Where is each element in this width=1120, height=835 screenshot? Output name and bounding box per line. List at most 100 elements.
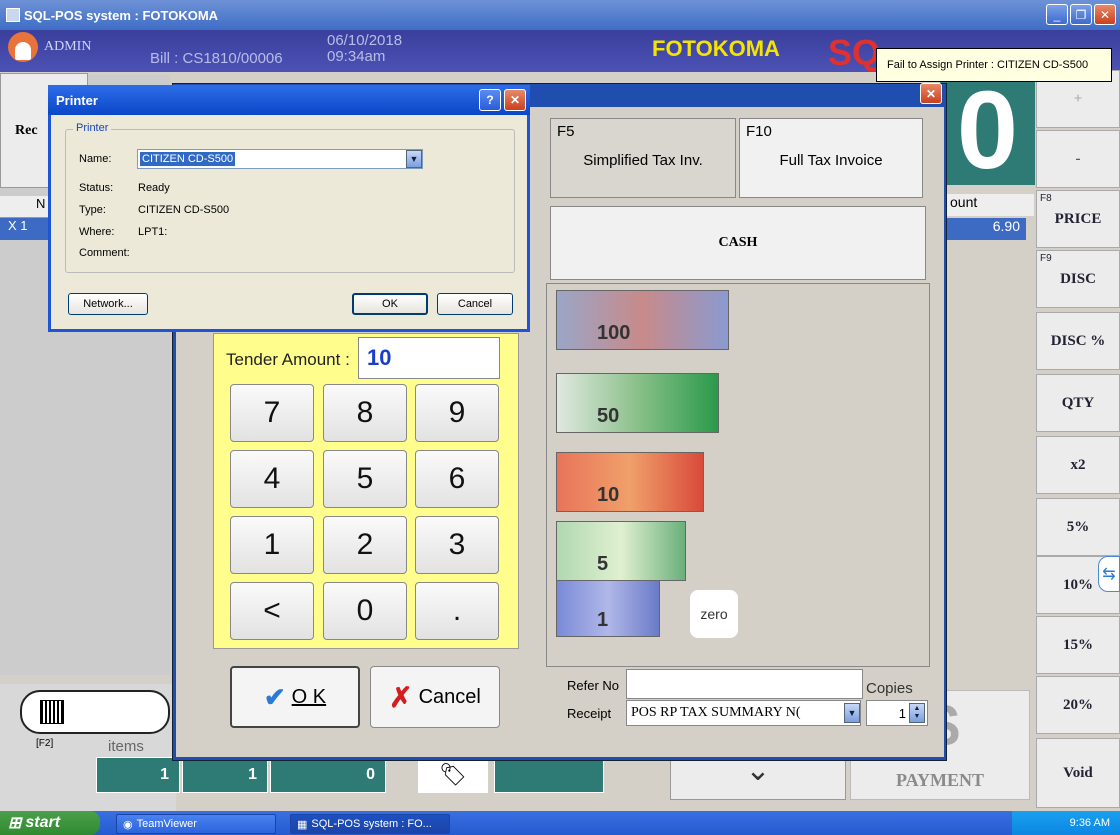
printer-name-value: CITIZEN CD-S500 [140, 152, 236, 166]
refer-no-label: Refer No [567, 678, 620, 693]
where-value: LPT1: [138, 226, 168, 238]
full-tax-button[interactable]: F10 Full Tax Invoice [739, 118, 923, 198]
username: ADMIN [44, 39, 92, 54]
spin-icon[interactable]: ▲ ▼ [909, 703, 925, 723]
maximize-button[interactable]: ❐ [1070, 4, 1092, 25]
amount-header: ount [946, 194, 1034, 216]
cancel-label: Cancel [418, 685, 481, 708]
cancel-button[interactable]: ✗ Cancel [370, 666, 500, 728]
printer-group-label: Printer [73, 122, 112, 134]
key-7[interactable]: 7 [230, 384, 314, 442]
taskbar-sqlpos[interactable]: ▦ SQL-POS system : FO... [290, 814, 450, 834]
status-label: Status: [79, 182, 114, 194]
type-value: CITIZEN CD-S500 [138, 204, 230, 216]
ok-label: O K [291, 685, 327, 708]
receipt-value: POS RP TAX SUMMARY N( [631, 705, 801, 720]
time: 09:34am [327, 48, 386, 65]
status-value: Ready [138, 182, 170, 194]
note-50[interactable]: 50 [556, 373, 719, 433]
system-tray: 9:36 AM [1012, 811, 1120, 835]
tag-count [494, 757, 604, 793]
note-10[interactable]: 10 [556, 452, 704, 512]
avatar [8, 32, 38, 62]
start-label: start [25, 814, 61, 831]
qty-count: 1 [182, 757, 268, 793]
taskbar-teamviewer[interactable]: ◉ TeamViewer [116, 814, 276, 834]
network-button[interactable]: Network... [68, 293, 148, 315]
key-backspace[interactable]: < [230, 582, 314, 640]
type-label: Type: [79, 204, 106, 216]
window-controls: _ ❐ ✕ [1046, 4, 1116, 25]
teamviewer-icon[interactable]: ⇆ [1098, 556, 1120, 592]
checkmark-icon: ✔ [263, 681, 286, 712]
key-1[interactable]: 1 [230, 516, 314, 574]
printer-ok-button[interactable]: OK [352, 293, 428, 315]
qty-button[interactable]: QTY [1036, 374, 1120, 432]
receipt-select[interactable]: POS RP TAX SUMMARY N( ▼ [626, 700, 861, 726]
copies-value: 1 [898, 705, 906, 721]
where-label: Where: [79, 226, 115, 238]
date: 06/10/2018 [327, 32, 403, 49]
printer-error-tooltip: Fail to Assign Printer : CITIZEN CD-S500 [876, 48, 1112, 82]
app-icon [6, 8, 20, 22]
minimize-button[interactable]: _ [1046, 4, 1068, 25]
chevron-down-icon[interactable]: ▼ [406, 150, 422, 168]
refer-no-input[interactable] [626, 669, 863, 699]
comment-label: Comment: [79, 247, 130, 259]
close-button[interactable]: ✕ [1094, 4, 1116, 25]
barcode-icon [40, 700, 64, 724]
amount-value: 6.90 [946, 218, 1026, 240]
key-4[interactable]: 4 [230, 450, 314, 508]
printer-cancel-button[interactable]: Cancel [437, 293, 513, 315]
receipt-label: Receipt [567, 706, 612, 721]
key-3[interactable]: 3 [415, 516, 499, 574]
printer-close-button[interactable]: ✕ [504, 89, 526, 111]
printer-name-select[interactable]: CITIZEN CD-S500 ▼ [137, 149, 423, 169]
window-titlebar: SQL-POS system : FOTOKOMA [0, 0, 1120, 30]
key-6[interactable]: 6 [415, 450, 499, 508]
key-0[interactable]: 0 [323, 582, 407, 640]
tender-label: Tender Amount : [226, 350, 350, 369]
bill-number: Bill : CS1810/00006 [150, 50, 283, 67]
copies-stepper[interactable]: 1 ▲ ▼ [866, 700, 928, 726]
tag-icon[interactable]: 🏷 [418, 757, 488, 793]
f2-hint: [F2] [36, 738, 54, 749]
chevron-down-icon[interactable]: ▼ [844, 703, 860, 723]
brand-name: FOTOKOMA [652, 36, 780, 61]
key-5[interactable]: 5 [323, 450, 407, 508]
start-button[interactable]: ⊞ start [0, 811, 100, 835]
clock: 9:36 AM [1069, 817, 1110, 829]
key-8[interactable]: 8 [323, 384, 407, 442]
twenty-percent-button[interactable]: 20% [1036, 676, 1120, 734]
key-2[interactable]: 2 [323, 516, 407, 574]
note-100[interactable]: 100 [556, 290, 729, 350]
zero-button[interactable]: zero [690, 590, 738, 638]
close-icon: ✗ [389, 681, 413, 713]
discount-count: 0 [270, 757, 386, 793]
cash-button[interactable]: CASH [550, 206, 926, 280]
teamviewer-icon: ◉ [123, 818, 133, 831]
void-button[interactable]: Void [1036, 738, 1120, 808]
note-5[interactable]: 5 [556, 521, 686, 581]
minus-button[interactable]: - [1036, 130, 1120, 188]
ok-button[interactable]: ✔ O K [230, 666, 360, 728]
x2-button[interactable]: x2 [1036, 436, 1120, 494]
printer-dialog-title: Printer [48, 85, 530, 115]
key-decimal[interactable]: . [415, 582, 499, 640]
disc-button[interactable]: F9 DISC [1036, 250, 1120, 308]
five-percent-button[interactable]: 5% [1036, 498, 1120, 556]
window-title: SQL-POS system : FOTOKOMA [24, 7, 219, 23]
items-count: 1 [96, 757, 180, 793]
fifteen-percent-button[interactable]: 15% [1036, 616, 1120, 674]
barcode-input[interactable] [20, 690, 170, 734]
tender-input[interactable]: 10 [358, 337, 500, 379]
key-9[interactable]: 9 [415, 384, 499, 442]
user-info: ADMIN [8, 32, 91, 62]
payment-close-button[interactable]: ✕ [920, 83, 942, 104]
note-1[interactable]: 1 [556, 580, 660, 637]
name-label: Name: [79, 153, 112, 165]
disc-percent-button[interactable]: DISC % [1036, 312, 1120, 370]
simplified-tax-button[interactable]: F5 Simplified Tax Inv. [550, 118, 736, 198]
price-button[interactable]: F8 PRICE [1036, 190, 1120, 248]
help-button[interactable]: ? [479, 89, 501, 111]
